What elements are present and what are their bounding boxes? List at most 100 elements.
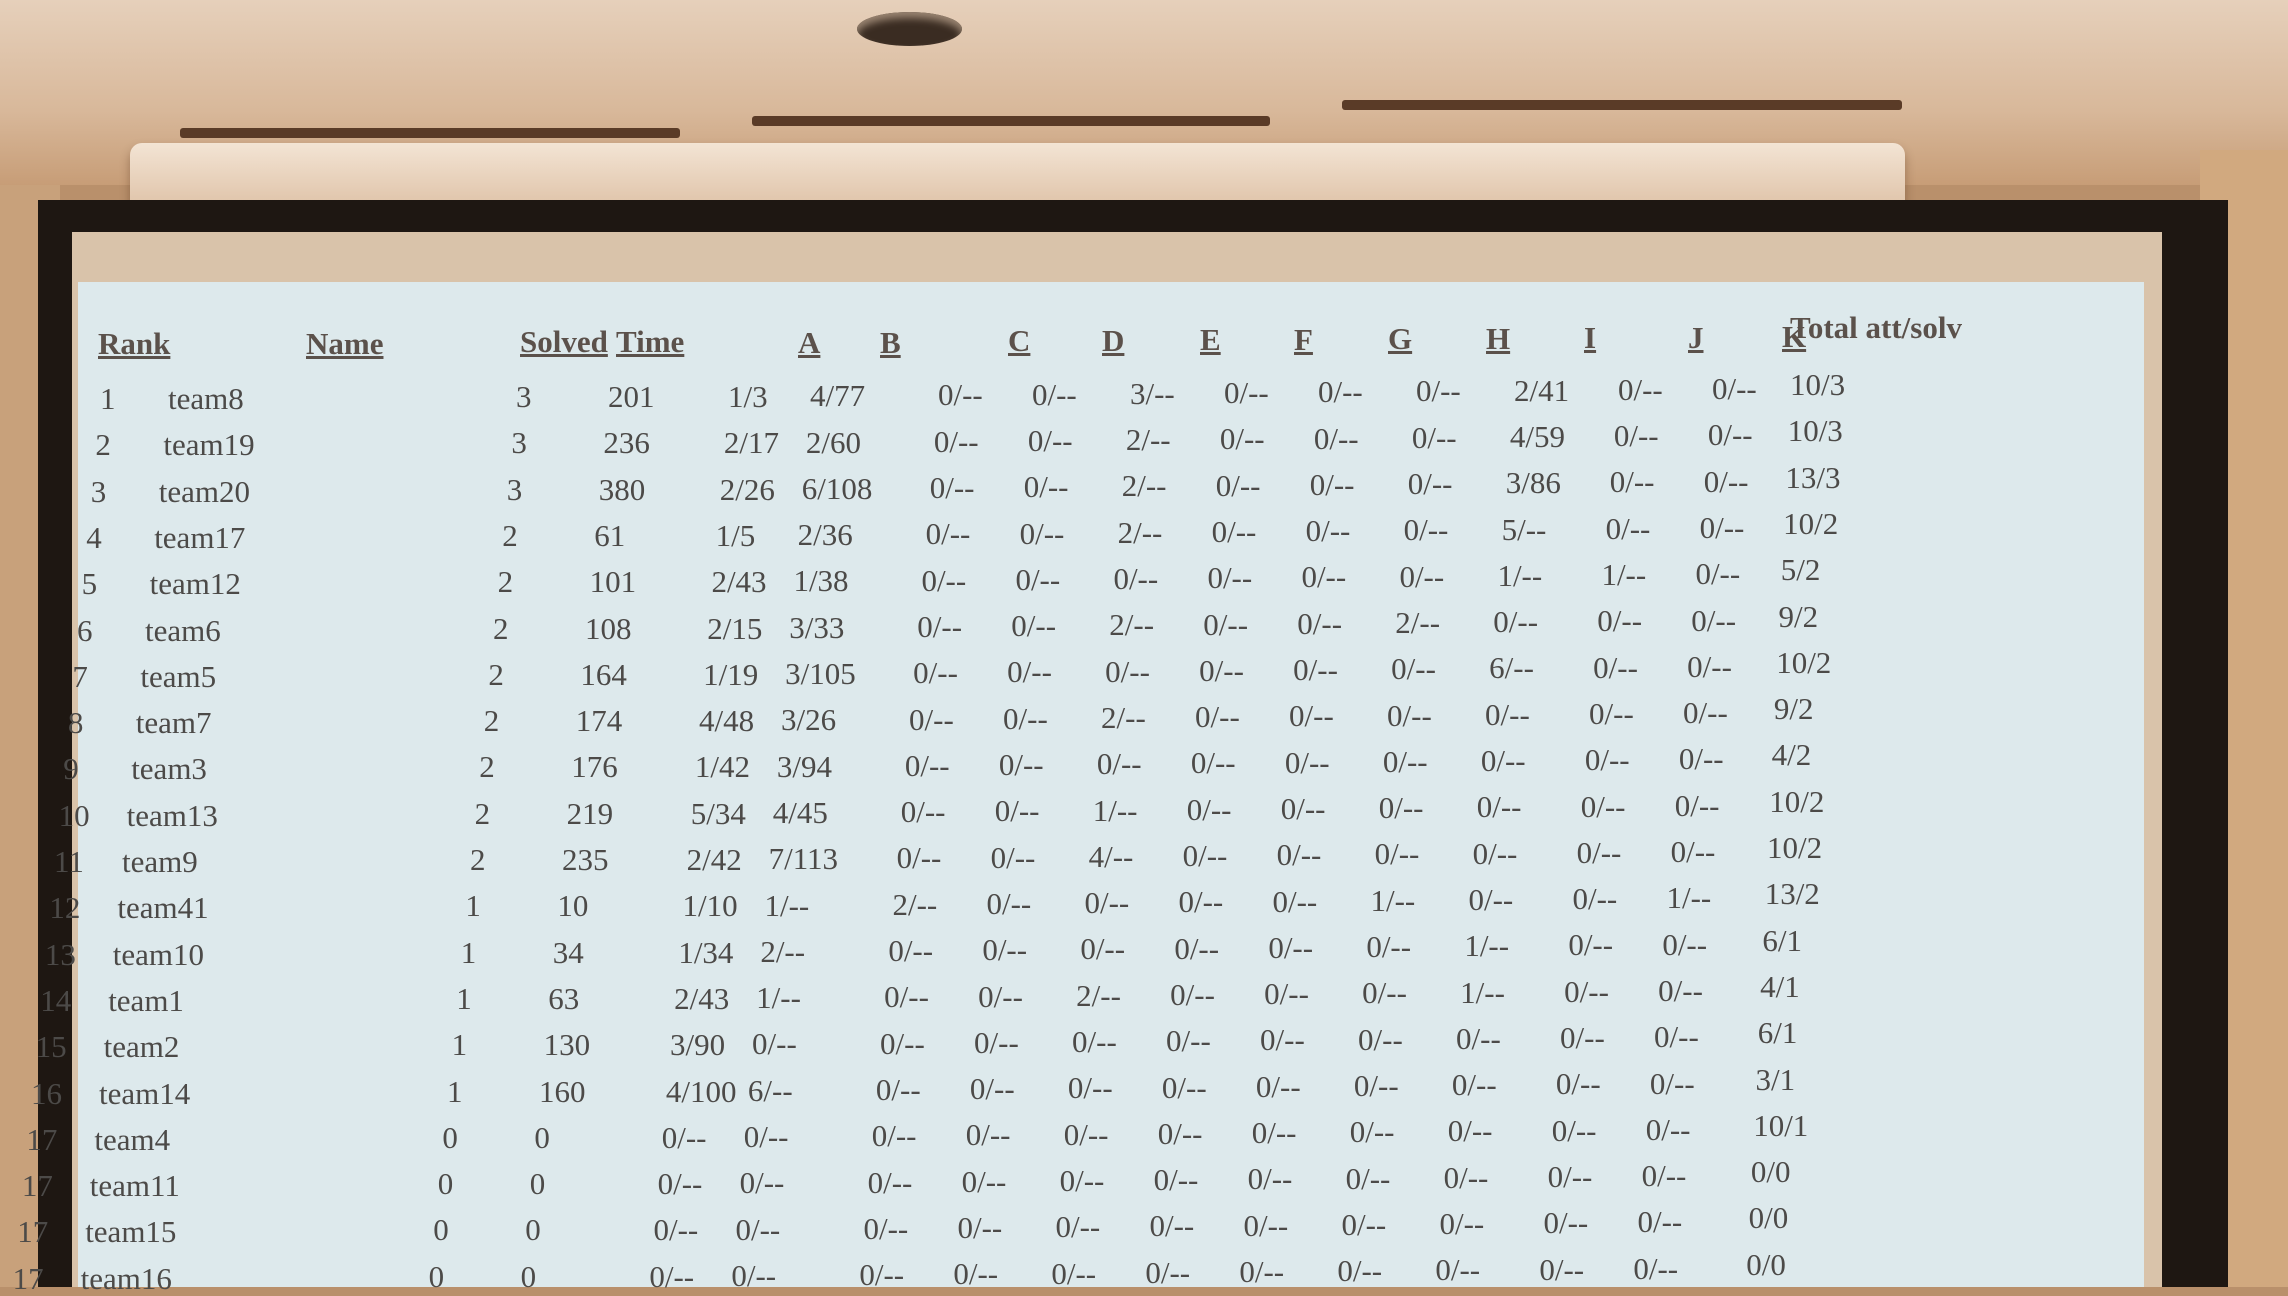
problem-cell: 0/--	[1439, 1206, 1485, 1241]
header-problem-i[interactable]: I	[1584, 321, 1596, 355]
rank-cell: 5	[81, 566, 98, 602]
problem-cell: 0/--	[1051, 1255, 1097, 1291]
problem-cell: 0/--	[875, 1071, 921, 1107]
rank-cell: 14	[40, 982, 72, 1018]
header-solved[interactable]: Solved	[520, 325, 608, 359]
solved-cell: 1	[456, 980, 472, 1016]
problem-cell: 0/--	[1654, 1019, 1699, 1055]
rank-cell: 10	[58, 797, 90, 833]
team-name-cell: team20	[158, 473, 251, 509]
solved-cell: 0	[433, 1212, 449, 1248]
scoreboard-table: Rank Name Solved Time Total att/solv A B C…	[13, 282, 2144, 1296]
total-cell: 10/3	[1790, 367, 1846, 402]
problem-cell: 1/5	[715, 517, 756, 553]
problem-cell: 0/--	[1195, 699, 1240, 735]
ceiling-vent	[180, 128, 680, 138]
header-problem-e[interactable]: E	[1200, 323, 1221, 357]
solved-cell: 0	[442, 1119, 458, 1155]
projection-screen: Rank Name Solved Time Total att/solv A B C…	[13, 282, 2144, 1296]
problem-cell: 2/--	[1395, 604, 1441, 640]
problem-cell: 0/--	[913, 655, 958, 691]
problem-cell: 2/--	[1109, 607, 1155, 643]
problem-cell: 0/--	[1280, 790, 1326, 826]
problem-cell: 2/--	[1076, 977, 1121, 1013]
solved-cell: 3	[516, 379, 532, 414]
total-cell: 13/2	[1764, 876, 1820, 912]
problem-cell: 2/41	[1514, 372, 1570, 408]
problem-cell: 0/--	[1072, 1024, 1117, 1059]
problem-cell: 0/--	[1605, 510, 1651, 546]
problem-cell: 2/36	[797, 517, 853, 553]
header-problem-k[interactable]: K	[1782, 320, 1806, 354]
problem-cell: 0/--	[1560, 1020, 1605, 1055]
problem-cell: 0/--	[917, 608, 963, 644]
header-rank[interactable]: Rank	[98, 327, 170, 361]
solved-cell: 2	[474, 795, 491, 831]
rank-cell: 17	[17, 1214, 49, 1250]
solved-cell: 3	[506, 471, 523, 507]
solved-cell: 2	[488, 656, 504, 692]
problem-cell: 0/--	[1472, 835, 1518, 871]
problem-cell: 0/--	[1293, 652, 1338, 687]
problem-cell: 0/--	[900, 794, 946, 830]
problem-cell: 0/--	[909, 701, 954, 737]
problem-cell: 4/48	[699, 703, 755, 739]
header-problem-a[interactable]: A	[798, 326, 820, 360]
problem-cell: 1/34	[678, 934, 734, 970]
problem-cell: 0/--	[1345, 1160, 1391, 1196]
total-cell: 5/2	[1780, 552, 1821, 588]
header-problem-b[interactable]: B	[880, 326, 901, 360]
problem-cell: 0/--	[938, 377, 983, 413]
problem-cell: 0/--	[1178, 884, 1224, 920]
solved-cell: 3	[511, 425, 527, 461]
problem-cell: 4/100	[665, 1073, 737, 1109]
team-name-cell: team14	[99, 1075, 191, 1111]
problem-cell: 0/--	[1166, 1023, 1211, 1059]
problem-cell: 6/108	[801, 470, 873, 506]
problem-cell: 0/--	[884, 979, 929, 1015]
problem-cell: 1/--	[1464, 928, 1510, 964]
problem-cell: 2/43	[711, 564, 767, 600]
problem-cell: 0/--	[1003, 700, 1048, 736]
problem-cell: 0/--	[1699, 509, 1745, 545]
problem-cell: 0/--	[1015, 561, 1061, 597]
problem-cell: 0/--	[1161, 1069, 1207, 1105]
problem-cell: 0/--	[1349, 1114, 1395, 1150]
problem-cell: 0/--	[1301, 559, 1347, 595]
problem-cell: 0/--	[957, 1210, 1003, 1245]
problem-cell: 0/--	[1691, 602, 1737, 638]
header-problem-f[interactable]: F	[1294, 323, 1313, 357]
problem-cell: 0/--	[1382, 743, 1428, 779]
problem-cell: 1/10	[682, 888, 738, 924]
time-cell: 380	[598, 471, 646, 507]
team-name-cell: team16	[80, 1260, 172, 1296]
team-name-cell: team41	[117, 890, 209, 926]
problem-cell: 0/--	[1186, 791, 1232, 827]
header-problem-h[interactable]: H	[1486, 322, 1510, 356]
problem-cell: 0/--	[1447, 1113, 1493, 1149]
problem-cell: 1/--	[756, 980, 801, 1016]
header-total[interactable]: Total att/solv	[1790, 311, 1962, 345]
problem-cell: 3/105	[785, 656, 856, 691]
total-cell: 10/2	[1776, 644, 1832, 680]
team-name-cell: team9	[122, 844, 198, 879]
problem-cell: 0/--	[921, 562, 967, 598]
problem-cell: 0/--	[1378, 790, 1424, 826]
total-cell: 0/0	[1746, 1246, 1786, 1282]
problem-cell: 0/--	[1272, 883, 1318, 919]
time-cell: 160	[539, 1073, 586, 1109]
header-problem-g[interactable]: G	[1388, 322, 1412, 356]
header-problem-j[interactable]: J	[1688, 321, 1704, 355]
header-problem-d[interactable]: D	[1102, 324, 1124, 358]
header-name[interactable]: Name	[306, 327, 383, 361]
problem-cell: 0/--	[1284, 744, 1330, 780]
solved-cell: 2	[470, 842, 486, 877]
time-cell: 201	[608, 379, 655, 414]
problem-cell: 0/--	[1572, 881, 1618, 917]
rank-cell: 16	[31, 1075, 62, 1111]
problem-cell: 0/--	[933, 423, 979, 459]
header-problem-c[interactable]: C	[1008, 324, 1030, 358]
problem-cell: 2/--	[1101, 699, 1146, 735]
problem-cell: 0/--	[1007, 654, 1052, 690]
header-time[interactable]: Time	[616, 325, 684, 359]
